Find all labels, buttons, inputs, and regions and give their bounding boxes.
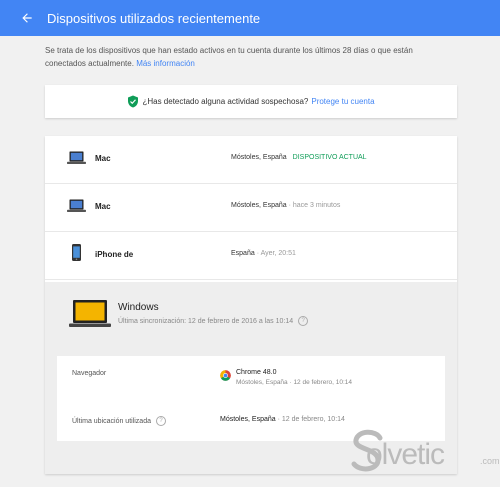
laptop-icon — [67, 199, 86, 212]
protect-account-link[interactable]: Protege tu cuenta — [311, 97, 374, 106]
last-sync-text: Última sincronización: 12 de febrero de … — [118, 317, 294, 325]
page-title: Dispositivos utilizados recientemente — [47, 10, 261, 26]
device-location-text: Móstoles, España — [231, 154, 287, 161]
device-name: iPhone de — [95, 250, 174, 260]
watermark-text: olvetic — [366, 438, 445, 471]
shield-check-icon — [128, 95, 139, 108]
device-name: Mac — [95, 202, 111, 211]
help-icon[interactable]: ? — [298, 316, 309, 326]
redacted-name — [133, 250, 174, 260]
device-row-mac[interactable]: Mac Móstoles, España · hace 3 minutos — [45, 184, 457, 232]
devices-list: Mac Móstoles, España DISPOSITIVO ACTUAL M… — [45, 136, 457, 474]
intro-description: Se trata de los dispositivos que han est… — [45, 46, 413, 68]
last-location-label: Última ubicación utilizada? — [72, 416, 166, 426]
device-last-seen: · Ayer, 20:51 — [256, 250, 296, 257]
current-device-badge: DISPOSITIVO ACTUAL — [292, 154, 367, 161]
device-name-text: iPhone de — [95, 250, 134, 259]
browser-label: Navegador — [72, 370, 107, 377]
device-location: Móstoles, España · hace 3 minutos — [231, 202, 340, 209]
suspicious-activity-question: ¿Has detectado alguna actividad sospecho… — [142, 97, 309, 106]
device-last-seen: · hace 3 minutos — [288, 202, 341, 209]
help-icon[interactable]: ? — [155, 416, 166, 426]
laptop-icon — [69, 300, 111, 327]
browser-name: Chrome 48.0 — [236, 369, 277, 376]
device-row-iphone[interactable]: iPhone de España · Ayer, 20:51 — [45, 232, 457, 280]
more-info-link[interactable]: Más información — [136, 59, 195, 68]
browser-location-time: Móstoles, España · 12 de febrero, 10:14 — [236, 379, 352, 386]
last-location-time: · 12 de febrero, 10:14 — [277, 416, 345, 423]
last-location-value: Móstoles, España · 12 de febrero, 10:14 — [220, 416, 345, 423]
laptop-icon — [67, 151, 86, 164]
intro-text: Se trata de los dispositivos que han est… — [45, 44, 445, 70]
last-sync: Última sincronización: 12 de febrero de … — [118, 316, 309, 326]
app-header: Dispositivos utilizados recientemente — [0, 0, 500, 36]
last-location-text: Móstoles, España — [220, 416, 276, 423]
phone-icon — [72, 244, 81, 261]
watermark-suffix: .com — [480, 456, 500, 466]
device-row-mac-current[interactable]: Mac Móstoles, España DISPOSITIVO ACTUAL — [45, 136, 457, 184]
device-location-text: España — [231, 250, 255, 257]
chrome-icon — [220, 370, 231, 381]
device-location-text: Móstoles, España — [231, 202, 287, 209]
device-name: Mac — [95, 154, 111, 163]
suspicious-activity-card: ¿Has detectado alguna actividad sospecho… — [45, 85, 457, 118]
device-location: Móstoles, España DISPOSITIVO ACTUAL — [231, 154, 367, 161]
last-location-label-text: Última ubicación utilizada — [72, 417, 151, 425]
arrow-back-icon[interactable] — [20, 11, 34, 25]
device-location: España · Ayer, 20:51 — [231, 250, 296, 257]
device-name: Windows — [118, 302, 159, 313]
watermark-logo: olvetic .com — [348, 428, 500, 484]
